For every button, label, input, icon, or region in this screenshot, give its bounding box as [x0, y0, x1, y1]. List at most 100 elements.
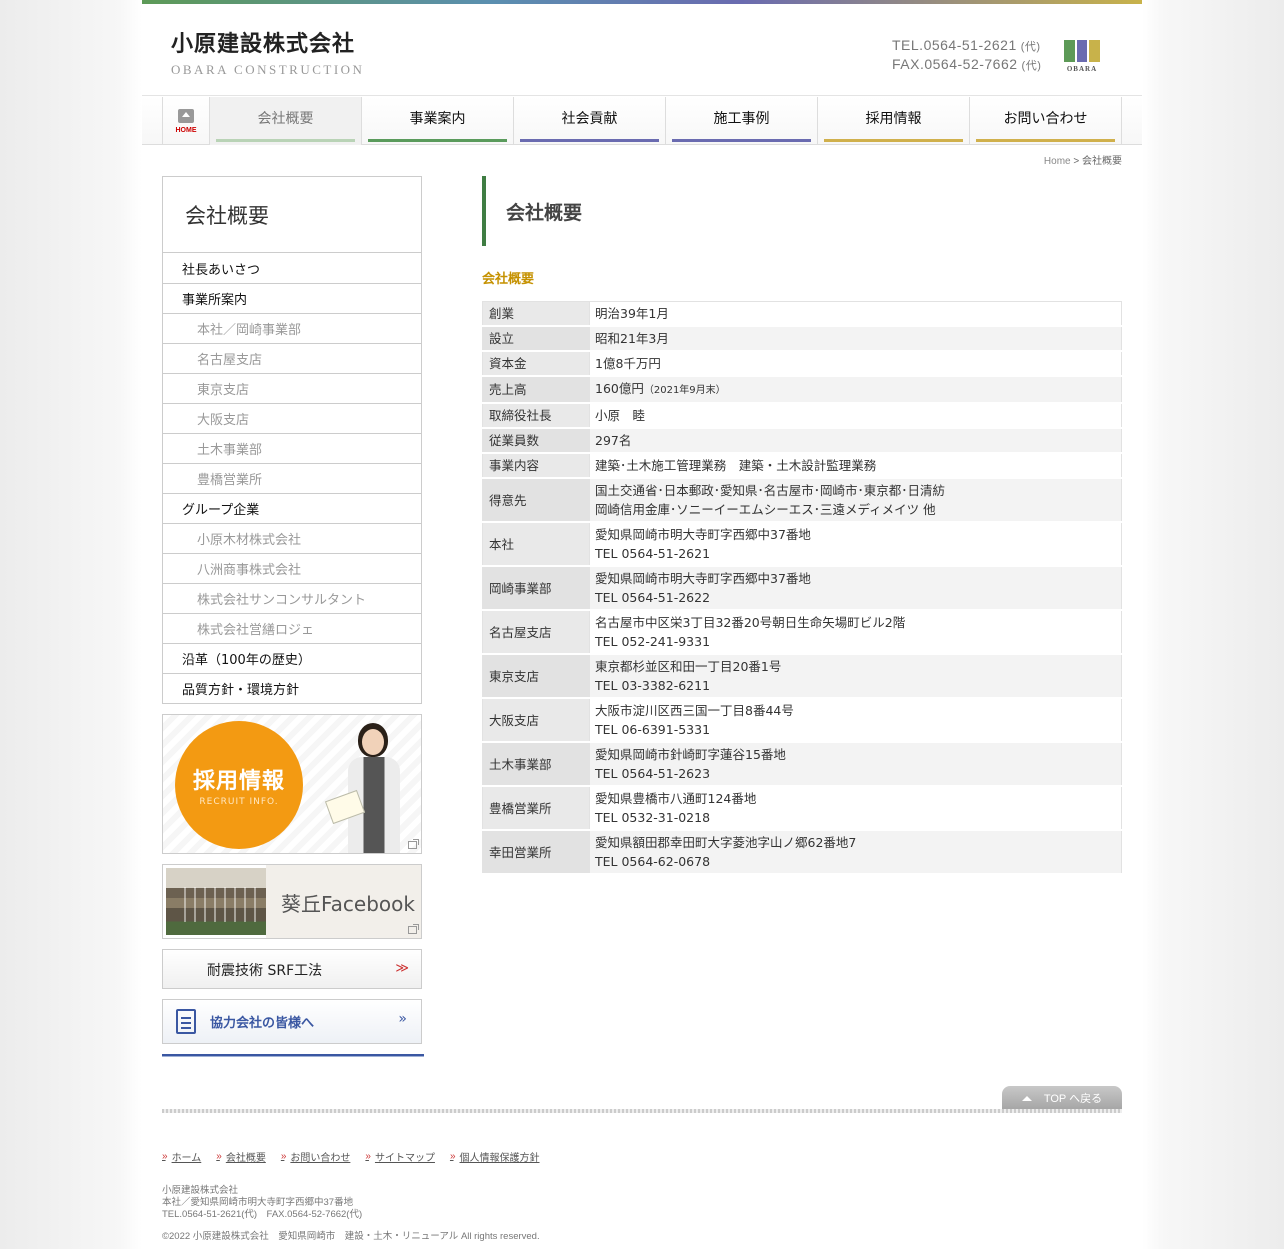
sidebar-item[interactable]: 本社／岡崎事業部 — [163, 313, 421, 343]
row-value-text: TEL 0564-51-2623 — [595, 766, 711, 781]
site-logo[interactable]: 小原建設株式会社 OBARA CONSTRUCTION — [171, 26, 364, 78]
row-value-line: 名古屋市中区栄3丁目32番20号朝日生命矢場町ビル2階 — [595, 613, 1116, 632]
footer-link[interactable]: » 会社概要 — [216, 1149, 266, 1164]
sidebar-item[interactable]: 社長あいさつ — [163, 253, 421, 283]
row-value-text: TEL 06-6391-5331 — [595, 722, 711, 737]
sidebar-divider — [162, 1054, 424, 1057]
fax-dai: (代) — [1021, 60, 1042, 72]
row-value-line: 愛知県豊橋市八通町124番地 — [595, 789, 1116, 808]
row-value-line: 297名 — [595, 431, 1116, 450]
row-value-text: TEL 0564-62-0678 — [595, 854, 711, 869]
sidebar-item[interactable]: 土木事業部 — [163, 433, 421, 463]
logo-japanese: 小原建設株式会社 — [171, 31, 356, 57]
row-value-text: 名古屋市中区栄3丁目32番20号朝日生命矢場町ビル2階 — [595, 615, 906, 630]
recruit-banner[interactable]: 採用情報 RECRUIT INFO. — [162, 714, 422, 854]
sidebar-item[interactable]: 大阪支店 — [163, 403, 421, 433]
row-value-text: 岡崎信用金庫･ソニーイーエムシーエス･三遠メディメイツ 他 — [595, 502, 936, 517]
facebook-banner-label: 葵丘Facebook — [281, 892, 415, 916]
nav-item[interactable]: 会社概要 — [210, 97, 362, 145]
partner-banner[interactable]: 協力会社の皆様へ » — [162, 999, 422, 1044]
table-row: 創業 明治39年1月 — [482, 301, 1122, 327]
row-label: 取締役社長 — [482, 403, 590, 429]
row-value-line: 岡崎信用金庫･ソニーイーエムシーエス･三遠メディメイツ 他 — [595, 500, 1116, 519]
row-value-text: 東京都杉並区和田一丁目20番1号 — [595, 659, 782, 674]
nav-item[interactable]: 社会貢献 — [514, 97, 666, 145]
home-icon — [178, 108, 194, 123]
footer-link[interactable]: » 個人情報保護方針 — [450, 1149, 540, 1164]
mark-bar — [1089, 40, 1101, 62]
footer-link-label: サイトマップ — [374, 1153, 435, 1164]
table-row: 従業員数 297名 — [482, 428, 1122, 454]
nav-home-label: HOME — [175, 126, 197, 134]
row-value-text: TEL 0564-51-2622 — [595, 590, 711, 605]
sidebar-item[interactable]: 豊橋営業所 — [163, 463, 421, 493]
nav-item[interactable]: 事業案内 — [362, 97, 514, 145]
row-value-text: 愛知県豊橋市八通町124番地 — [595, 791, 757, 806]
table-row: 本社 愛知県岡崎市明大寺町字西郷中37番地 TEL 0564-51-2621 — [482, 522, 1122, 567]
sidebar-item[interactable]: 株式会社営繕ロジェ — [163, 613, 421, 643]
table-row: 豊橋営業所 愛知県豊橋市八通町124番地 TEL 0532-31-0218 — [482, 786, 1122, 831]
srf-banner[interactable]: 耐震技術 SRF工法 ≫ — [162, 949, 422, 989]
footer-link-label: お問い合わせ — [290, 1153, 351, 1164]
row-value: 小原 睦 — [589, 403, 1122, 429]
footer-link[interactable]: » お問い合わせ — [281, 1149, 351, 1164]
nav-item[interactable]: 施工事例 — [666, 97, 818, 145]
nav-home-button[interactable]: HOME — [162, 97, 210, 145]
row-value-line: 小原 睦 — [595, 406, 1116, 425]
double-chevron-right-icon: ≫ — [395, 961, 409, 976]
sidebar-item[interactable]: 品質方針・環境方針 — [163, 673, 421, 703]
row-label: 土木事業部 — [482, 742, 590, 787]
sidebar-item[interactable]: 株式会社サンコンサルタント — [163, 583, 421, 613]
global-nav: HOME 会社概要 事業案内 社会貢献 施工事例 採用情報 お問い合わせ — [142, 95, 1142, 145]
nav-item[interactable]: お問い合わせ — [970, 97, 1122, 145]
table-row: 取締役社長 小原 睦 — [482, 403, 1122, 429]
row-value-line: 160億円（2021年9月末） — [595, 379, 1116, 400]
back-to-top-button[interactable]: TOP へ戻る — [1002, 1086, 1122, 1110]
row-value-text: 愛知県岡崎市明大寺町字西郷中37番地 — [595, 527, 811, 542]
side-menu-title: 会社概要 — [163, 177, 421, 253]
row-value-line: TEL 0564-51-2622 — [595, 588, 1116, 607]
sidebar-item[interactable]: グループ企業 — [163, 493, 421, 523]
nav-item[interactable]: 採用情報 — [818, 97, 970, 145]
header-contact: TEL.0564-51-2621 (代) FAX.0564-52-7662 (代) — [892, 37, 1041, 75]
sidebar-item[interactable]: 東京支店 — [163, 373, 421, 403]
page: 小原建設株式会社 OBARA CONSTRUCTION TEL.0564-51-… — [142, 0, 1142, 1249]
sidebar-item[interactable]: 八洲商事株式会社 — [163, 553, 421, 583]
facebook-banner[interactable]: 葵丘Facebook — [162, 864, 422, 939]
footer-link-label: 会社概要 — [225, 1153, 266, 1164]
row-value-text: 愛知県岡崎市針崎町字蓮谷15番地 — [595, 747, 786, 762]
row-value-text: 明治39年1月 — [595, 306, 669, 321]
row-value-text: 大阪市淀川区西三国一丁目8番44号 — [595, 703, 794, 718]
breadcrumb-home-link[interactable]: Home — [1044, 156, 1071, 167]
nav-item-label: お問い合わせ — [1003, 111, 1088, 127]
row-label: 従業員数 — [482, 428, 590, 454]
nav-item-label: 会社概要 — [257, 111, 314, 127]
table-row: 幸田営業所 愛知県額田郡幸田町大字菱池字山ノ郷62番地7 TEL 0564-62-0… — [482, 830, 1122, 875]
row-value-text: 昭和21年3月 — [595, 331, 669, 346]
footer-link[interactable]: » ホーム — [162, 1149, 201, 1164]
footer-link[interactable]: » サイトマップ — [365, 1149, 435, 1164]
external-link-icon — [408, 839, 419, 849]
nav-item-underline — [216, 139, 355, 142]
row-value-line: 愛知県岡崎市明大寺町字西郷中37番地 — [595, 525, 1116, 544]
sidebar-item[interactable]: 小原木材株式会社 — [163, 523, 421, 553]
row-value: 愛知県岡崎市針崎町字蓮谷15番地 TEL 0564-51-2623 — [589, 742, 1122, 787]
sidebar-item[interactable]: 沿革（100年の歴史） — [163, 643, 421, 673]
back-to-top-label: TOP へ戻る — [1043, 1093, 1103, 1105]
row-value: 愛知県豊橋市八通町124番地 TEL 0532-31-0218 — [589, 786, 1122, 831]
row-value: 160億円（2021年9月末） — [589, 376, 1122, 404]
row-value: 昭和21年3月 — [589, 326, 1122, 352]
row-label: 本社 — [482, 522, 590, 567]
row-label: 事業内容 — [482, 453, 590, 479]
row-value-text: TEL 052-241-9331 — [595, 634, 711, 649]
sidebar-item[interactable]: 事業所案内 — [163, 283, 421, 313]
breadcrumb: Home > 会社概要 — [1044, 152, 1122, 167]
company-info-table: 創業 明治39年1月 設立 昭和21年3月 資本金 1億8千万円 売上高 160億円（2021… — [482, 301, 1122, 875]
document-icon — [176, 1009, 196, 1034]
row-value-line: 国土交通省･日本郵政･愛知県･名古屋市･岡崎市･東京都･日清紡 — [595, 481, 1116, 500]
row-value-line: TEL 03-3382-6211 — [595, 676, 1116, 695]
table-row: 名古屋支店 名古屋市中区栄3丁目32番20号朝日生命矢場町ビル2階 TEL 052-… — [482, 610, 1122, 655]
double-chevron-right-icon: » — [398, 1011, 407, 1027]
row-value-line: 明治39年1月 — [595, 304, 1116, 323]
sidebar-item[interactable]: 名古屋支店 — [163, 343, 421, 373]
